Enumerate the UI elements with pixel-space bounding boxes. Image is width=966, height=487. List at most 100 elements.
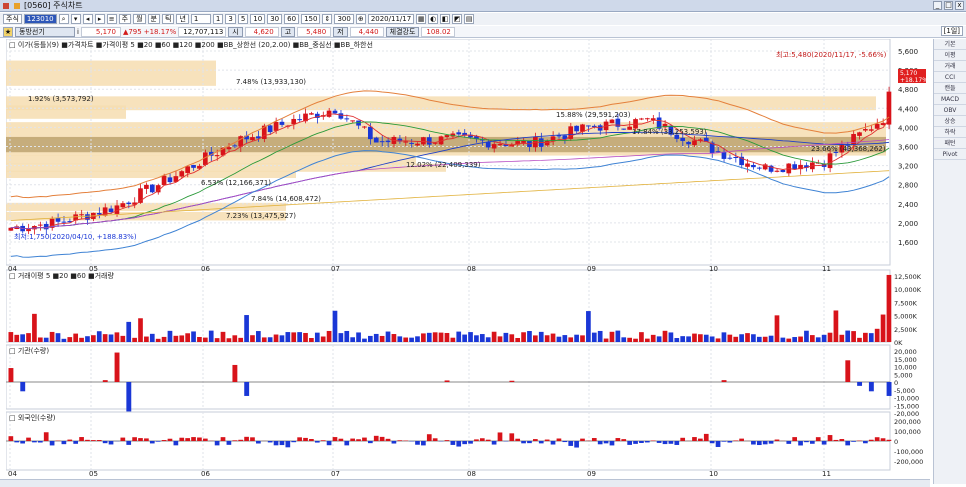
candle-body bbox=[733, 157, 739, 159]
minimize-button[interactable]: _ bbox=[933, 1, 942, 10]
right-tool-2[interactable]: 거래 bbox=[934, 61, 966, 72]
foreign-bar bbox=[267, 441, 273, 443]
right-tool-7[interactable]: 상승 bbox=[934, 116, 966, 127]
fav-icon[interactable]: ★ bbox=[3, 26, 13, 37]
foreign-bar bbox=[96, 440, 102, 441]
stock-chart[interactable]: 5,6005,2004,8004,4004,0003,6003,2002,800… bbox=[6, 39, 929, 477]
month-label-top: 11 bbox=[822, 265, 831, 273]
tab-tick[interactable]: 틱 bbox=[161, 14, 175, 24]
stock-name[interactable]: 동방선기 bbox=[15, 26, 75, 37]
tool-icon-2[interactable]: ◧ bbox=[440, 14, 451, 24]
volume-bar bbox=[421, 333, 426, 342]
count-input[interactable]: 150 bbox=[301, 14, 321, 24]
volume-bar bbox=[37, 337, 43, 342]
min-30-button[interactable]: 30 bbox=[267, 14, 283, 24]
spin-icon[interactable]: ⇕ bbox=[322, 14, 333, 24]
volume-profile-label: 7.48% (13,933,130) bbox=[236, 78, 306, 86]
min-10-button[interactable]: 10 bbox=[250, 14, 266, 24]
volume-bar bbox=[279, 335, 285, 342]
foreign-bar bbox=[250, 437, 255, 441]
period-unit[interactable]: [1일] bbox=[940, 26, 963, 36]
min-5-button[interactable]: 5 bbox=[237, 14, 249, 24]
foreign-bar bbox=[715, 441, 721, 447]
current-price-label: 5,170 bbox=[900, 70, 917, 77]
volume-bar bbox=[432, 332, 438, 342]
volume-bar bbox=[96, 331, 102, 342]
right-tool-1[interactable]: 이평 bbox=[934, 50, 966, 61]
min-60-button[interactable]: 60 bbox=[284, 14, 300, 24]
config-icon[interactable]: ≡ bbox=[106, 14, 117, 24]
maximize-button[interactable]: □ bbox=[944, 1, 953, 10]
candle-body bbox=[432, 142, 438, 144]
volume-bar bbox=[762, 336, 768, 342]
price-tick-label: 1,600 bbox=[898, 239, 918, 247]
foreign-bar bbox=[521, 441, 526, 444]
right-tool-3[interactable]: CCI bbox=[934, 72, 966, 83]
horizontal-scrollbar[interactable] bbox=[0, 479, 930, 487]
candle-body bbox=[639, 118, 644, 120]
candle-body bbox=[751, 164, 756, 168]
tool-icon-4[interactable]: ▤ bbox=[464, 14, 475, 24]
min-1-button[interactable]: 1 bbox=[212, 14, 224, 24]
tab-month[interactable]: 월 bbox=[133, 14, 146, 24]
candle-body bbox=[727, 157, 733, 159]
right-tool-9[interactable]: 패턴 bbox=[934, 138, 966, 149]
close-button[interactable]: x bbox=[955, 1, 964, 10]
volume-bar bbox=[438, 332, 444, 342]
tool-icon-3[interactable]: ◩ bbox=[452, 14, 463, 24]
foreign-bar bbox=[214, 441, 220, 446]
volume-bar bbox=[26, 333, 31, 342]
info-icon[interactable]: i bbox=[77, 28, 79, 36]
zoom-icon[interactable]: ⊕ bbox=[355, 14, 366, 24]
calendar-icon[interactable]: ▦ bbox=[416, 14, 427, 24]
arrow-down-icon[interactable]: ▾ bbox=[70, 14, 81, 24]
foreign-bar bbox=[497, 432, 503, 441]
min-3-button[interactable]: 3 bbox=[225, 14, 236, 24]
right-tool-8[interactable]: 하락 bbox=[934, 127, 966, 138]
volume-bar bbox=[120, 335, 126, 342]
tab-week[interactable]: 주 bbox=[118, 14, 132, 24]
tab-year[interactable]: 년 bbox=[176, 14, 189, 24]
right-tool-4[interactable]: 캔들 bbox=[934, 83, 966, 94]
date-input[interactable]: 2020/11/17 bbox=[367, 14, 415, 24]
right-tool-0[interactable]: 기본 bbox=[934, 39, 966, 50]
tool-icon-1[interactable]: ◐ bbox=[428, 14, 439, 24]
market-select[interactable]: 주식 bbox=[3, 14, 22, 24]
volume-bar bbox=[792, 337, 798, 342]
volume-bar bbox=[314, 332, 320, 342]
stock-code-input[interactable]: 123010 bbox=[23, 14, 57, 24]
foreign-bar bbox=[833, 439, 839, 441]
count2-input[interactable]: 300 bbox=[334, 14, 354, 24]
next-icon[interactable]: ▸ bbox=[94, 14, 105, 24]
tab-minute[interactable]: 분 bbox=[147, 14, 160, 24]
volume-bar bbox=[102, 334, 108, 342]
volume-bar bbox=[739, 334, 744, 342]
foreign-bar bbox=[279, 441, 285, 446]
foreign-bar bbox=[485, 439, 491, 441]
volume-bar bbox=[562, 335, 568, 342]
foreign-bar bbox=[863, 441, 868, 444]
volume-bar bbox=[633, 338, 638, 342]
foreign-bar bbox=[527, 441, 532, 444]
foreign-legend: □ 외국인(수량) bbox=[9, 413, 56, 422]
price-tick-label: 4,400 bbox=[898, 105, 918, 113]
search-icon[interactable]: ⌕ bbox=[58, 14, 69, 24]
right-tool-10[interactable]: Pivot bbox=[934, 149, 966, 160]
volume-bar bbox=[391, 334, 397, 342]
right-tool-5[interactable]: MACD bbox=[934, 94, 966, 105]
period-value-input[interactable]: 1 bbox=[190, 14, 211, 24]
foreign-bar bbox=[326, 441, 332, 446]
volume-bar bbox=[350, 337, 356, 342]
right-tool-6[interactable]: OBV bbox=[934, 105, 966, 116]
volume-bar bbox=[715, 338, 721, 342]
volume-bar bbox=[362, 338, 367, 342]
volume-bar bbox=[356, 332, 361, 342]
volume-bar bbox=[291, 332, 297, 342]
high-value: 5,480 bbox=[297, 26, 332, 37]
candle-body bbox=[868, 129, 874, 131]
foreign-bar bbox=[220, 437, 226, 441]
volume-bar bbox=[114, 332, 120, 342]
foreign-bar bbox=[367, 441, 373, 444]
candle-body bbox=[250, 137, 255, 141]
prev-icon[interactable]: ◂ bbox=[82, 14, 93, 24]
